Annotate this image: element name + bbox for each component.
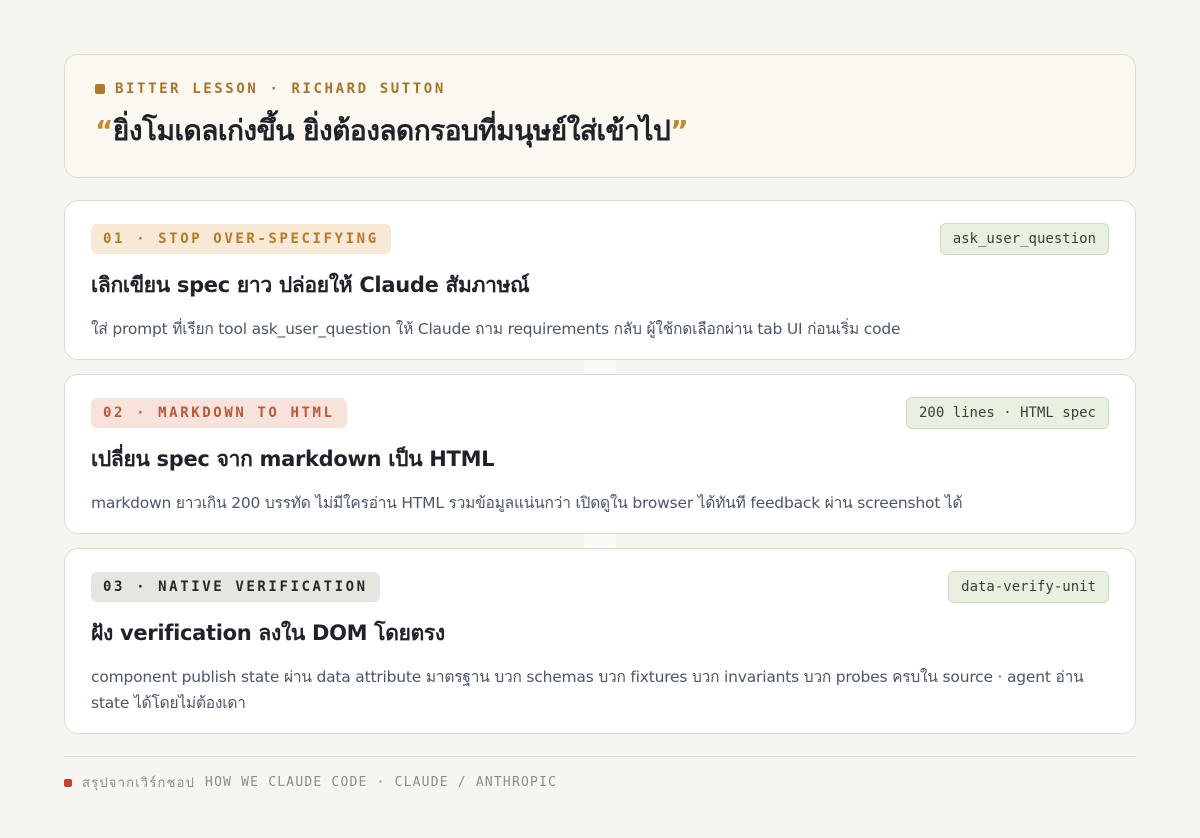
card-body: ใส่ prompt ที่เรียก tool ask_user_questi… — [91, 320, 901, 338]
card-01: 01 · STOP OVER-SPECIFYING ask_user_quest… — [64, 200, 1136, 360]
hero-quote-card: BITTER LESSON · RICHARD SUTTON “ยิ่งโมเด… — [64, 54, 1136, 178]
card-tag: ask_user_question — [939, 223, 1109, 255]
card-title: เปลี่ยน spec จาก markdown เป็น HTML — [91, 447, 495, 471]
card-02: 02 · MARKDOWN TO HTML 200 lines · HTML s… — [64, 374, 1136, 534]
card-tag: 200 lines · HTML spec — [905, 397, 1109, 429]
card-tag: data-verify-unit — [948, 571, 1109, 603]
card-body: component publish state ผ่าน data attrib… — [91, 668, 1084, 712]
card-label: 02 · MARKDOWN TO HTML — [91, 398, 347, 428]
footer-divider — [64, 756, 1136, 757]
card-body: markdown ยาวเกิน 200 บรรทัด ไม่มีใครอ่าน… — [91, 494, 963, 512]
footer-text: HOW WE CLAUDE CODE · CLAUDE / ANTHROPIC — [205, 775, 558, 790]
hero-eyebrow: BITTER LESSON · RICHARD SUTTON — [95, 81, 1105, 97]
close-quote-mark: ” — [670, 114, 689, 147]
card-title: เลิกเขียน spec ยาว ปล่อยให้ Claude สัมภา… — [91, 273, 530, 297]
square-bullet-icon — [64, 778, 72, 787]
hero-quote: “ยิ่งโมเดลเก่งขึ้น ยิ่งต้องลดกรอบที่มนุษ… — [95, 109, 1105, 153]
card-03: 03 · NATIVE VERIFICATION data-verify-uni… — [64, 548, 1136, 734]
card-label: 03 · NATIVE VERIFICATION — [91, 572, 380, 602]
square-bullet-icon — [95, 84, 105, 94]
footer-prefix: สรุปจากเวิร์กชอป — [82, 776, 196, 791]
hero-quote-text: ยิ่งโมเดลเก่งขึ้น ยิ่งต้องลดกรอบที่มนุษย… — [112, 114, 671, 147]
open-quote-mark: “ — [95, 114, 113, 147]
hero-eyebrow-text: BITTER LESSON · RICHARD SUTTON — [115, 81, 446, 97]
card-title: ฝัง verification ลงใน DOM โดยตรง — [91, 621, 445, 645]
footer: สรุปจากเวิร์กชอป HOW WE CLAUDE CODE · CL… — [64, 772, 557, 793]
card-label: 01 · STOP OVER-SPECIFYING — [91, 224, 391, 254]
